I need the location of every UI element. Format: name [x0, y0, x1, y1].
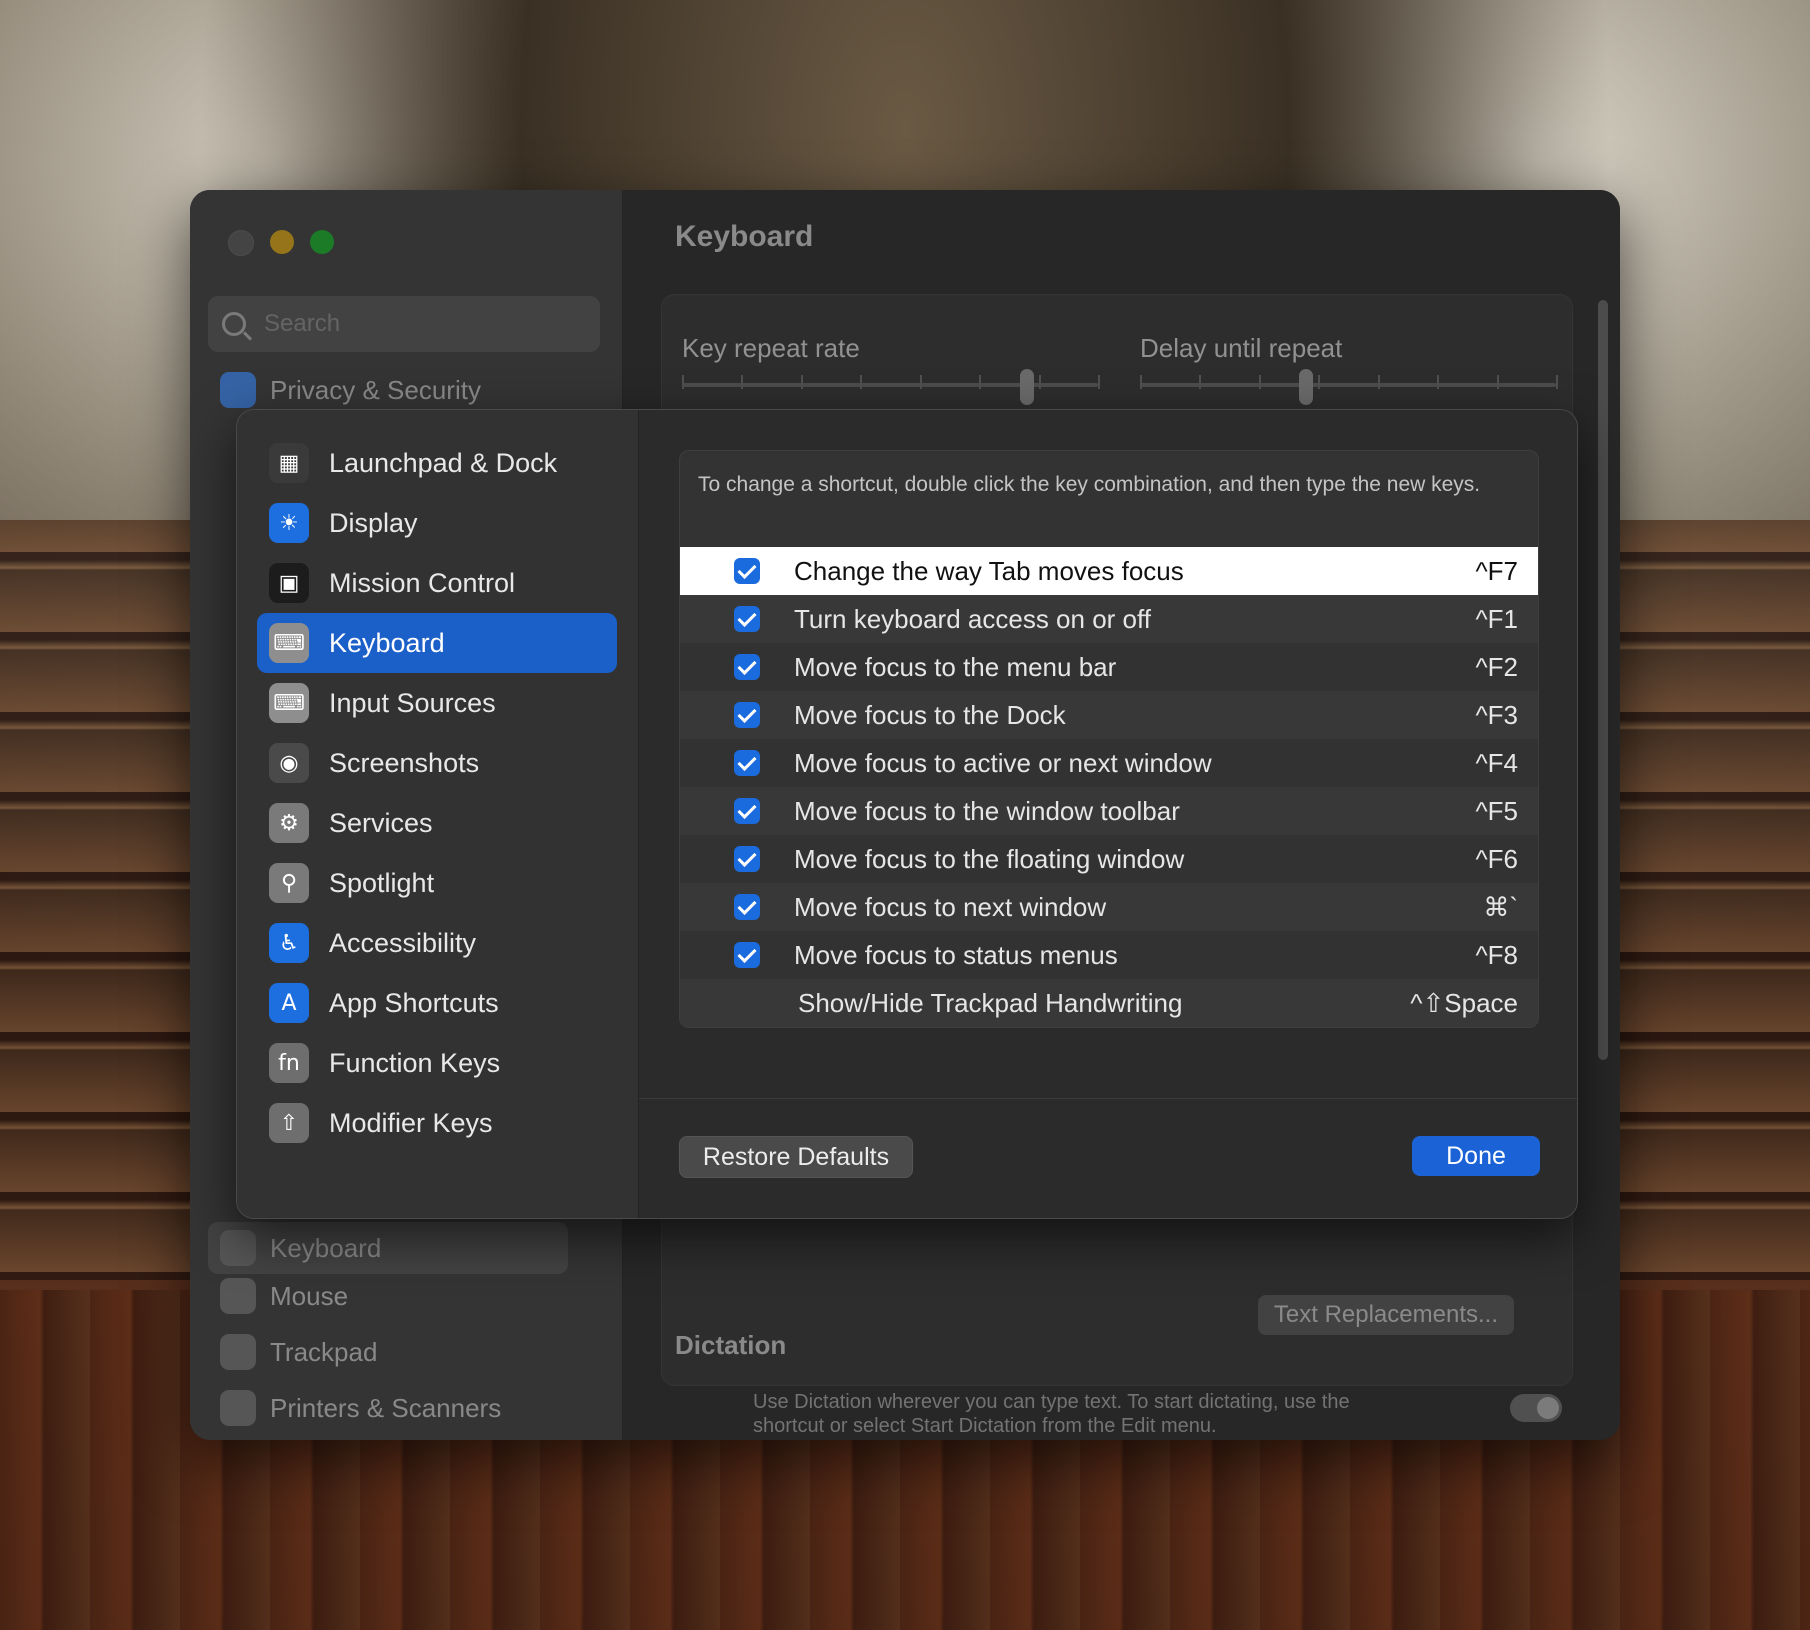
shortcut-key-combination[interactable]: ^F8: [1475, 940, 1518, 971]
shortcut-row[interactable]: Move focus to status menus ^F8: [680, 931, 1538, 979]
shortcut-checkbox[interactable]: [734, 798, 760, 824]
sidebar-item-spotlight[interactable]: ⚲ Spotlight: [257, 853, 617, 913]
shortcut-key-combination[interactable]: ^F7: [1475, 556, 1518, 587]
shortcuts-sidebar: ▦ Launchpad & Dock ☀ Display ▣ Mission Contro…: [237, 410, 639, 1218]
sidebar-item-label: Accessibility: [329, 927, 477, 958]
shortcut-row[interactable]: Change the way Tab moves focus ^F7: [680, 547, 1538, 595]
accessibility-icon: ♿: [269, 923, 309, 963]
shortcut-key-combination[interactable]: ^F5: [1475, 796, 1518, 827]
shortcut-label: Move focus to status menus: [794, 939, 1118, 970]
restore-defaults-button[interactable]: Restore Defaults: [679, 1136, 913, 1178]
shortcut-row[interactable]: Move focus to next window ⌘`: [680, 883, 1538, 931]
done-button[interactable]: Done: [1412, 1136, 1540, 1176]
shortcut-row[interactable]: Move focus to the window toolbar ^F5: [680, 787, 1538, 835]
bookshelf-left: [0, 520, 190, 1280]
shortcut-checkbox[interactable]: [734, 606, 760, 632]
instruction-text: To change a shortcut, double click the k…: [698, 473, 1481, 496]
shortcuts-main: To change a shortcut, double click the k…: [639, 410, 1577, 1218]
sidebar-item-label: Mission Control: [329, 567, 516, 598]
shortcut-list: Change the way Tab moves focus ^F7 Turn ke…: [680, 547, 1538, 1027]
screenshot-icon: ◉: [269, 743, 309, 783]
shortcut-label: Move focus to next window: [794, 891, 1107, 922]
up-arrow-key-icon: ⇧: [269, 1103, 309, 1143]
sidebar-item-app-shortcuts[interactable]: A App Shortcuts: [257, 973, 617, 1033]
shortcut-row[interactable]: Move focus to the menu bar ^F2: [680, 643, 1538, 691]
shortcut-label: Move focus to the floating window: [794, 843, 1185, 874]
sidebar-item-accessibility[interactable]: ♿ Accessibility: [257, 913, 617, 973]
magnifier-icon: ⚲: [269, 863, 309, 903]
footer-divider: [639, 1098, 1577, 1099]
gears-icon: ⚙: [269, 803, 309, 843]
shortcut-checkbox[interactable]: [734, 894, 760, 920]
sidebar-item-label: Display: [329, 507, 418, 538]
display-sun-icon: ☀: [269, 503, 309, 543]
shortcut-label: Turn keyboard access on or off: [794, 603, 1151, 634]
shortcut-checkbox[interactable]: [734, 702, 760, 728]
sidebar-item-modifier-keys[interactable]: ⇧ Modifier Keys: [257, 1093, 617, 1153]
sidebar-item-label: Screenshots: [329, 747, 480, 778]
shortcut-key-combination[interactable]: ^F4: [1475, 748, 1518, 779]
shortcut-row[interactable]: Turn keyboard access on or off ^F1: [680, 595, 1538, 643]
sidebar-item-function-keys[interactable]: fn Function Keys: [257, 1033, 617, 1093]
sidebar-item-display[interactable]: ☀ Display: [257, 493, 617, 553]
shortcut-key-combination[interactable]: ⌘`: [1483, 892, 1518, 923]
sidebar-item-launchpad-dock[interactable]: ▦ Launchpad & Dock: [257, 433, 617, 493]
sidebar-item-label: App Shortcuts: [329, 987, 499, 1018]
sidebar-item-label: Services: [329, 807, 433, 838]
sidebar-item-label: Function Keys: [329, 1047, 501, 1078]
fn-key-icon: fn: [269, 1043, 309, 1083]
shortcut-list-panel: To change a shortcut, double click the k…: [679, 450, 1539, 1028]
sidebar-item-screenshots[interactable]: ◉ Screenshots: [257, 733, 617, 793]
sidebar-item-label: Launchpad & Dock: [329, 447, 558, 478]
keyboard-icon: ⌨: [269, 623, 309, 663]
shortcut-key-combination[interactable]: ^F3: [1475, 700, 1518, 731]
sidebar-item-keyboard[interactable]: ⌨ Keyboard: [257, 613, 617, 673]
shortcut-key-combination[interactable]: ^⇧Space: [1410, 988, 1518, 1019]
shortcut-label: Show/Hide Trackpad Handwriting: [798, 987, 1183, 1018]
shortcut-checkbox[interactable]: [734, 846, 760, 872]
shortcut-label: Move focus to the menu bar: [794, 651, 1117, 682]
sidebar-item-label: Input Sources: [329, 687, 496, 718]
keyboard-shortcuts-sheet: ▦ Launchpad & Dock ☀ Display ▣ Mission Contro…: [236, 409, 1578, 1219]
bookshelf-right: [1620, 520, 1810, 1280]
shortcut-checkbox[interactable]: [734, 558, 760, 584]
shortcut-row[interactable]: Move focus to the Dock ^F3: [680, 691, 1538, 739]
shortcut-label: Change the way Tab moves focus: [794, 555, 1184, 586]
sidebar-item-label: Modifier Keys: [329, 1107, 493, 1138]
shortcut-row[interactable]: Show/Hide Trackpad Handwriting ^⇧Space: [680, 979, 1538, 1027]
shortcut-label: Move focus to the window toolbar: [794, 795, 1180, 826]
shortcut-row[interactable]: Move focus to the floating window ^F6: [680, 835, 1538, 883]
sidebar-item-label: Spotlight: [329, 867, 435, 898]
sidebar-item-mission-control[interactable]: ▣ Mission Control: [257, 553, 617, 613]
shortcut-key-combination[interactable]: ^F6: [1475, 844, 1518, 875]
app-store-icon: A: [269, 983, 309, 1023]
sidebar-item-services[interactable]: ⚙ Services: [257, 793, 617, 853]
sidebar-item-label: Keyboard: [329, 627, 445, 658]
shortcut-label: Move focus to active or next window: [794, 747, 1212, 778]
shortcut-checkbox[interactable]: [734, 942, 760, 968]
sidebar-item-input-sources[interactable]: ⌨ Input Sources: [257, 673, 617, 733]
shortcut-key-combination[interactable]: ^F1: [1475, 604, 1518, 635]
shortcut-checkbox[interactable]: [734, 750, 760, 776]
input-sources-icon: ⌨: [269, 683, 309, 723]
mission-control-icon: ▣: [269, 563, 309, 603]
launchpad-icon: ▦: [269, 443, 309, 483]
shortcut-row[interactable]: Move focus to active or next window ^F4: [680, 739, 1538, 787]
shortcut-checkbox[interactable]: [734, 654, 760, 680]
shortcut-key-combination[interactable]: ^F2: [1475, 652, 1518, 683]
shortcut-label: Move focus to the Dock: [794, 699, 1066, 730]
